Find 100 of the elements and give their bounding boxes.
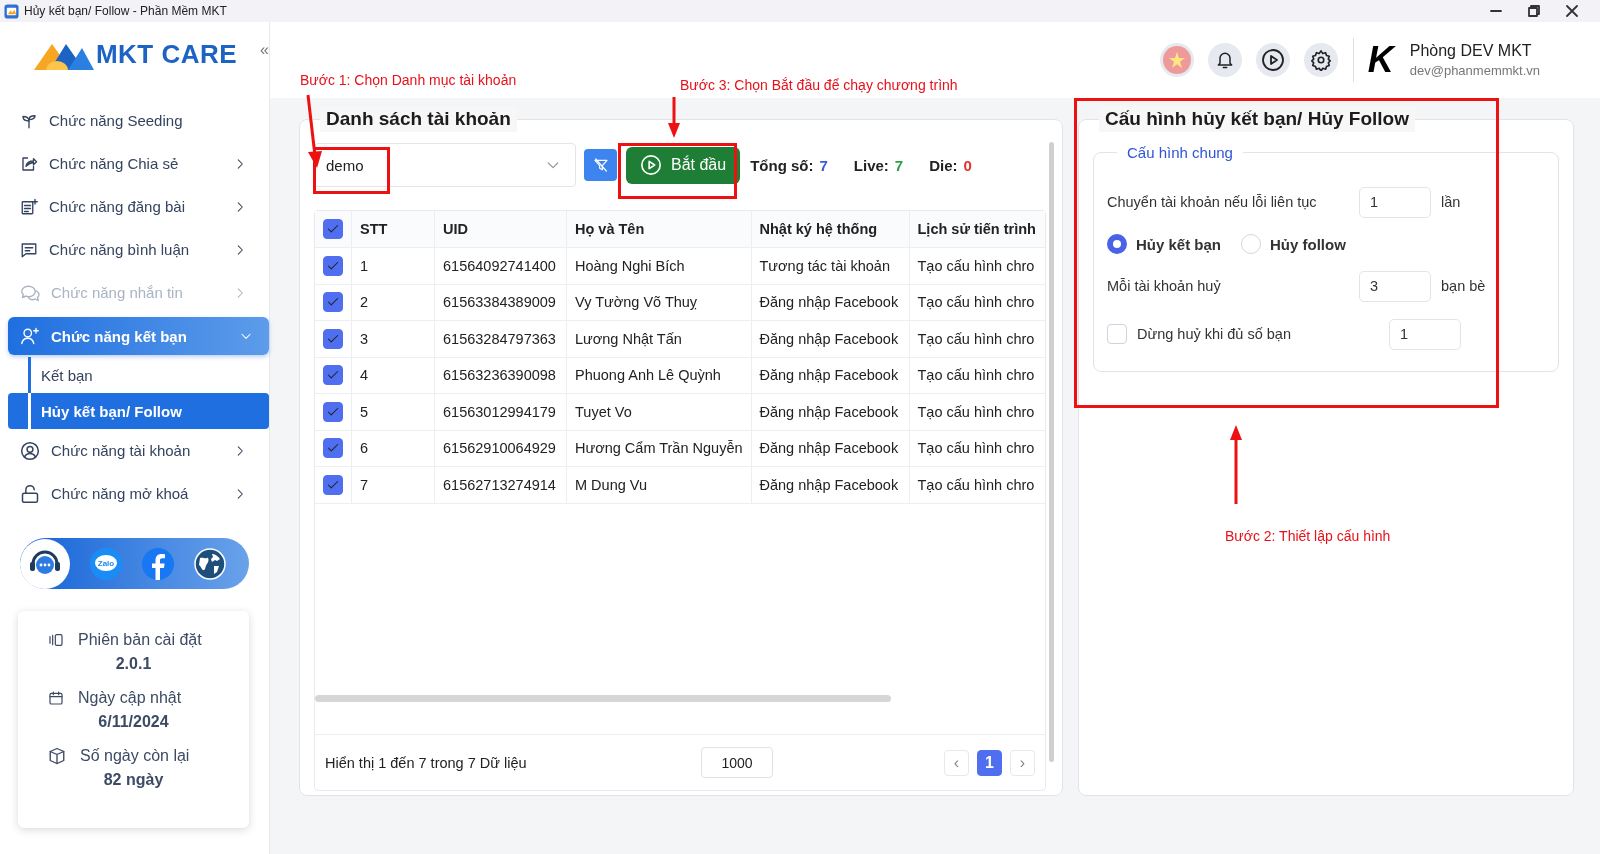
table-cell: 61562910064929 — [434, 430, 567, 467]
vertical-scrollbar[interactable] — [1049, 142, 1054, 762]
table-cell: 2 — [351, 284, 435, 321]
column-header: Nhật ký hệ thống — [751, 211, 909, 248]
table-cell: 3 — [351, 320, 435, 357]
checkbox[interactable] — [323, 328, 343, 349]
info-label: Ngày cập nhật — [78, 689, 182, 707]
table-cell: 5 — [351, 393, 435, 430]
facebook-icon[interactable] — [142, 547, 174, 580]
play-icon — [1260, 48, 1285, 72]
check-icon — [326, 222, 340, 236]
table-cell: Tạo cấu hình chro — [909, 284, 1045, 321]
radio-label: Hủy follow — [1270, 235, 1346, 253]
table-cell: Tương tác tài khoản — [751, 247, 909, 284]
checkbox[interactable] — [323, 401, 343, 422]
table-cell: Tạo cấu hình chro — [909, 466, 1045, 503]
info-value: 2.0.1 — [114, 655, 153, 673]
table-cell: 6 — [351, 430, 435, 467]
unit-label: bạn bè — [1441, 278, 1486, 294]
table-cell: Hoàng Nghi Bích — [566, 247, 751, 284]
radio-button[interactable] — [1107, 234, 1127, 254]
page-button[interactable]: 1 — [977, 749, 1002, 776]
sidebar-subitem[interactable]: Kết bạn — [8, 357, 269, 393]
table-cell: 61563012994179 — [434, 393, 567, 430]
globe-icon[interactable] — [194, 547, 226, 580]
sidebar-item[interactable]: Chức năng mở khoá — [0, 472, 263, 515]
user-logo: K — [1367, 42, 1394, 78]
sidebar-item[interactable]: Chức năng đăng bài — [0, 185, 263, 228]
annotation-text: Bước 2: Thiết lập cấu hình — [1225, 528, 1391, 544]
info-label: Số ngày còn lại — [80, 747, 190, 765]
stat-value: 7 — [894, 156, 904, 174]
settings-button[interactable] — [1303, 43, 1338, 77]
next-page-button[interactable]: › — [1010, 749, 1035, 776]
horizontal-scrollbar[interactable] — [315, 695, 891, 702]
checkbox[interactable] — [323, 474, 343, 495]
zalo-icon[interactable]: Zalo — [90, 547, 122, 580]
column-header: Lịch sử tiến trình — [909, 211, 1045, 248]
table-cell: Tạo cấu hình chro — [909, 320, 1045, 357]
share-icon — [20, 154, 38, 173]
column-header: STT — [351, 211, 435, 248]
info-value: 82 ngày — [102, 771, 165, 789]
table-cell: Đăng nhập Facebook — [751, 320, 909, 357]
checkbox[interactable] — [323, 365, 343, 386]
field-label: Chuyển tài khoản nếu lỗi liên tục — [1107, 194, 1318, 210]
user-name: Phòng DEV MKT — [1409, 42, 1533, 60]
table-cell: Phuong Anh Lê Quỳnh — [566, 357, 751, 394]
collapse-sidebar-button[interactable]: « — [260, 41, 1146, 59]
pagination-summary: Hiển thị 1 đến 7 trong 7 Dữ liệu — [325, 754, 528, 771]
chat-icon — [20, 283, 40, 302]
table-cell: 1 — [351, 247, 435, 284]
table-cell: Đăng nhập Facebook — [751, 393, 909, 430]
page-size-field[interactable]: 1000 — [701, 747, 773, 778]
device-icon — [48, 632, 64, 648]
app-icon — [4, 3, 19, 19]
previous-page-button[interactable]: ‹ — [944, 749, 969, 776]
number-field[interactable]: 3 — [1359, 270, 1431, 302]
column-header: UID — [434, 211, 567, 248]
sidebar-item[interactable]: Chức năng tài khoản — [0, 429, 263, 472]
restore-icon[interactable] — [1528, 5, 1540, 17]
table-cell: Đăng nhập Facebook — [751, 430, 909, 467]
logo-text: MKT CARE — [95, 38, 238, 70]
column-header: Họ và Tên — [566, 211, 751, 248]
comment-icon — [20, 240, 38, 259]
user-email: dev@phanmemmkt.vn — [1409, 63, 1540, 78]
sidebar-item[interactable]: Chức năng Chia sẻ — [0, 142, 263, 185]
notification-button[interactable] — [1207, 43, 1242, 77]
table-cell: Tạo cấu hình chro — [909, 430, 1045, 467]
checkbox[interactable] — [323, 438, 343, 459]
settings-icon — [1309, 49, 1332, 71]
checkbox[interactable] — [323, 219, 343, 239]
number-field[interactable]: 1 — [1359, 186, 1431, 218]
play-button[interactable] — [1255, 43, 1290, 77]
checkbox[interactable] — [323, 292, 343, 313]
table-cell: Đăng nhập Facebook — [751, 284, 909, 321]
sidebar-item[interactable]: Chức năng Seeding — [0, 99, 263, 142]
stat-value: 7 — [819, 156, 828, 174]
table-cell: Đăng nhập Facebook — [751, 357, 909, 394]
table-cell: Lương Nhật Tấn — [566, 320, 751, 357]
table-cell: M Dung Vu — [566, 466, 751, 503]
table-cell: Vy Tường Võ Thuỵ — [566, 284, 751, 321]
table-cell: 61564092741400 — [434, 247, 567, 284]
unlocked-padlock-icon — [20, 483, 40, 504]
sidebar-item[interactable]: Chức năng bình luận — [0, 228, 263, 271]
sidebar-item[interactable]: Chức năng kết bạn — [8, 317, 269, 355]
sidebar-subitem[interactable]: Hủy kết bạn/ Follow — [8, 393, 269, 429]
package-icon — [48, 747, 66, 765]
close-icon[interactable] — [1566, 5, 1578, 17]
arrow — [667, 96, 681, 139]
table-cell: Tuyet Vo — [566, 393, 751, 430]
table-cell: 61562713274914 — [434, 466, 567, 503]
table-cell: 4 — [351, 357, 435, 394]
number-field[interactable]: 1 — [1389, 318, 1461, 350]
clear-filter-button[interactable] — [584, 149, 617, 181]
user-circle-icon — [20, 440, 40, 461]
table-cell: 61563384389009 — [434, 284, 567, 321]
start-button[interactable]: Bắt đầu — [626, 146, 741, 184]
checkbox[interactable] — [323, 255, 343, 276]
stat-value: 0 — [963, 156, 972, 174]
table-cell: 7 — [351, 466, 435, 503]
annotation-text: Bước 1: Chọn Danh mục tài khoản — [300, 72, 517, 88]
